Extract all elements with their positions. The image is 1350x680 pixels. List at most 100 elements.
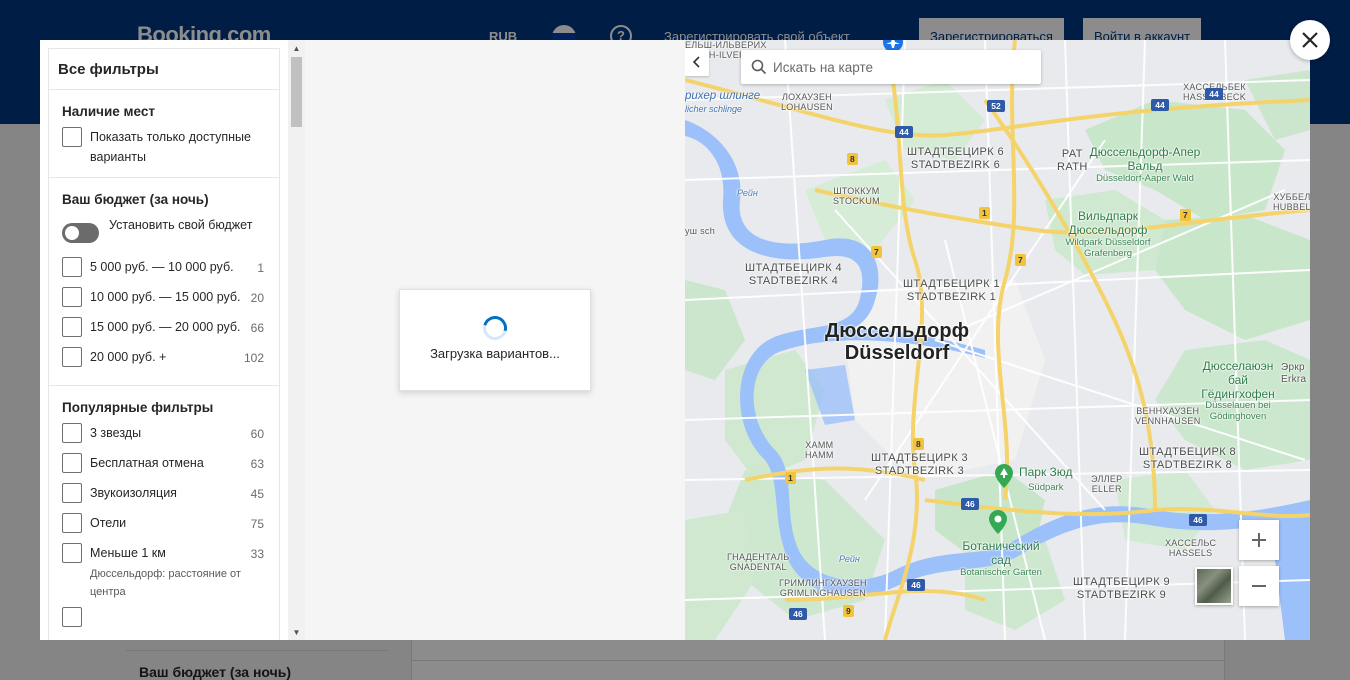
map-search-input[interactable] [773, 59, 1033, 75]
map-label: ШТОККУМ STOCKUM [833, 186, 880, 207]
group-title: Популярные фильтры [62, 400, 214, 415]
label-de: licher schlinge [685, 104, 743, 115]
budget-option[interactable]: 10 000 руб. — 15 000 руб. 20 [62, 287, 266, 317]
zoom-in-button[interactable] [1239, 520, 1279, 560]
park-label: Вильдпарк Дюссельдорф Wildpark Düsseldor… [1055, 209, 1161, 259]
loading-text: Загрузка вариантов... [430, 346, 560, 361]
checkbox[interactable] [62, 607, 82, 627]
label-de: HUBBELS [1273, 202, 1310, 213]
map-label: Эркр Erkra [1281, 362, 1307, 385]
popular-filters-group: Популярные фильтры 3 звезды 60 Бесплатна… [49, 386, 279, 640]
option-label: 3 звезды [90, 426, 142, 440]
checkbox[interactable] [62, 317, 82, 337]
road-shield: 9 [843, 605, 854, 617]
checkbox[interactable] [62, 513, 82, 533]
checkbox[interactable] [62, 453, 82, 473]
available-only-option[interactable]: Показать только доступные варианты [62, 127, 266, 167]
option-label: Отели [90, 516, 127, 530]
label-ru: ХУББЕЛЬ [1273, 192, 1310, 202]
map-view[interactable]: ЕЛЬШ-ИЛЬВЕРИХ BUSH-ILVERICH рихер шлинге… [685, 40, 1310, 640]
checkbox[interactable] [62, 287, 82, 307]
park-marker-icon[interactable] [995, 464, 1013, 488]
label-de: Düsseldorf-Aaper Wald [1096, 172, 1194, 184]
map-search-box[interactable] [741, 50, 1041, 84]
label-de: RATH [1057, 160, 1088, 173]
checkbox[interactable] [62, 127, 82, 147]
garden-marker-icon[interactable] [989, 510, 1007, 534]
scroll-up-arrow-icon[interactable]: ▲ [288, 40, 305, 56]
option-label: 20 000 руб. + [90, 350, 167, 364]
label-de: GNADENTAL [729, 562, 787, 573]
park-label: Дюссельдорф-Апер Вальд Düsseldorf-Aaper … [1085, 145, 1205, 185]
results-area: Загрузка вариантов... [305, 40, 685, 640]
search-icon [751, 59, 767, 75]
checkbox[interactable] [62, 483, 82, 503]
label-ru: ШТОККУМ [833, 186, 880, 196]
group-title: Наличие мест [62, 104, 155, 119]
option-count: 1 [257, 261, 264, 275]
collapse-map-button[interactable] [685, 48, 709, 76]
label-de: STADTBEZIRK 9 [1076, 588, 1167, 601]
label-de: STADTBEZIRK 8 [1142, 458, 1233, 471]
close-map-button[interactable] [1290, 20, 1330, 60]
label-de: ELLER [1091, 484, 1122, 495]
city-label: Дюссельдорф Düsseldorf [825, 320, 969, 364]
satellite-layer-toggle[interactable] [1195, 567, 1233, 605]
scroll-thumb[interactable] [291, 57, 302, 127]
option-sublabel: Дюссельдорф: расстояние от центра [90, 568, 241, 598]
popular-option[interactable]: Меньше 1 км Дюссельдорф: расстояние от ц… [62, 543, 266, 601]
popular-option[interactable]: Бесплатная отмена 63 [62, 453, 266, 483]
label-de: HAMM [805, 450, 834, 461]
budget-option[interactable]: 5 000 руб. — 10 000 руб. 1 [62, 257, 266, 287]
road-shield: 1 [979, 207, 990, 219]
custom-budget-toggle[interactable] [62, 223, 99, 243]
label-ru: Дюссельдорф [825, 320, 970, 342]
label-ru: ШТАДТБЕЦИРК 9 [1073, 576, 1171, 588]
label-ru: Вильдпарк Дюссельдорф [1068, 209, 1148, 237]
map-label: ХУББЕЛЬ HUBBELS [1273, 192, 1310, 213]
map-label: РАТ RATH [1057, 148, 1088, 173]
label-de: VENNHAUSEN [1135, 416, 1201, 427]
label-de: STADTBEZIRK 1 [906, 290, 997, 303]
filters-panel: Все фильтры Наличие мест Показать только… [48, 48, 280, 640]
option-label: Меньше 1 км Дюссельдорф: расстояние от ц… [90, 543, 266, 601]
option-label: 15 000 руб. — 20 000 руб. [90, 320, 241, 334]
river-label: Рейн [839, 554, 860, 564]
popular-option[interactable] [62, 607, 266, 637]
label-ru: Дюсселаюэн бай Гёдингхофен [1201, 359, 1275, 401]
scroll-down-arrow-icon[interactable]: ▼ [288, 624, 305, 640]
checkbox[interactable] [62, 257, 82, 277]
checkbox[interactable] [62, 347, 82, 367]
checkbox[interactable] [62, 543, 82, 563]
label-ru: Парк Зюд [1019, 465, 1073, 479]
chevron-left-icon [692, 56, 700, 68]
budget-option[interactable]: 20 000 руб. + 102 [62, 347, 266, 377]
road-shield: 46 [789, 608, 807, 620]
road-shield: 44 [895, 126, 913, 138]
popular-option[interactable]: Отели 75 [62, 513, 266, 543]
option-count: 45 [250, 487, 264, 501]
road-shield: 7 [1180, 209, 1191, 221]
label-de: STADTBEZIRK 3 [874, 464, 965, 477]
checkbox[interactable] [62, 423, 82, 443]
road-shield: 46 [1189, 514, 1207, 526]
loading-card: Загрузка вариантов... [399, 289, 591, 391]
loading-spinner-icon [478, 311, 512, 345]
label-ru: ГНАДЕНТАЛЬ [727, 552, 790, 562]
budget-option[interactable]: 15 000 руб. — 20 000 руб. 66 [62, 317, 266, 347]
label-ru: ШТАДТБЕЦИРК 1 [903, 278, 1001, 290]
road-shield: 7 [871, 246, 882, 258]
map-label: рихер шлинге licher schlinge [685, 90, 760, 116]
label-ru: ЭЛЛЕР [1091, 474, 1123, 484]
option-count: 33 [250, 547, 264, 561]
option-label: 5 000 руб. — 10 000 руб. [90, 260, 234, 274]
custom-budget-row: Установить свой бюджет [62, 215, 266, 243]
popular-option[interactable]: Звукоизоляция 45 [62, 483, 266, 513]
park-label: Ботанический сад Botanischer Garten [953, 539, 1049, 579]
popular-option[interactable]: 3 звезды 60 [62, 423, 266, 453]
option-label: Бесплатная отмена [90, 456, 204, 470]
option-count: 60 [250, 427, 264, 441]
sidebar-scrollbar[interactable]: ▲ ▼ [288, 40, 305, 640]
zoom-out-button[interactable] [1239, 566, 1279, 606]
road-shield: 46 [907, 579, 925, 591]
